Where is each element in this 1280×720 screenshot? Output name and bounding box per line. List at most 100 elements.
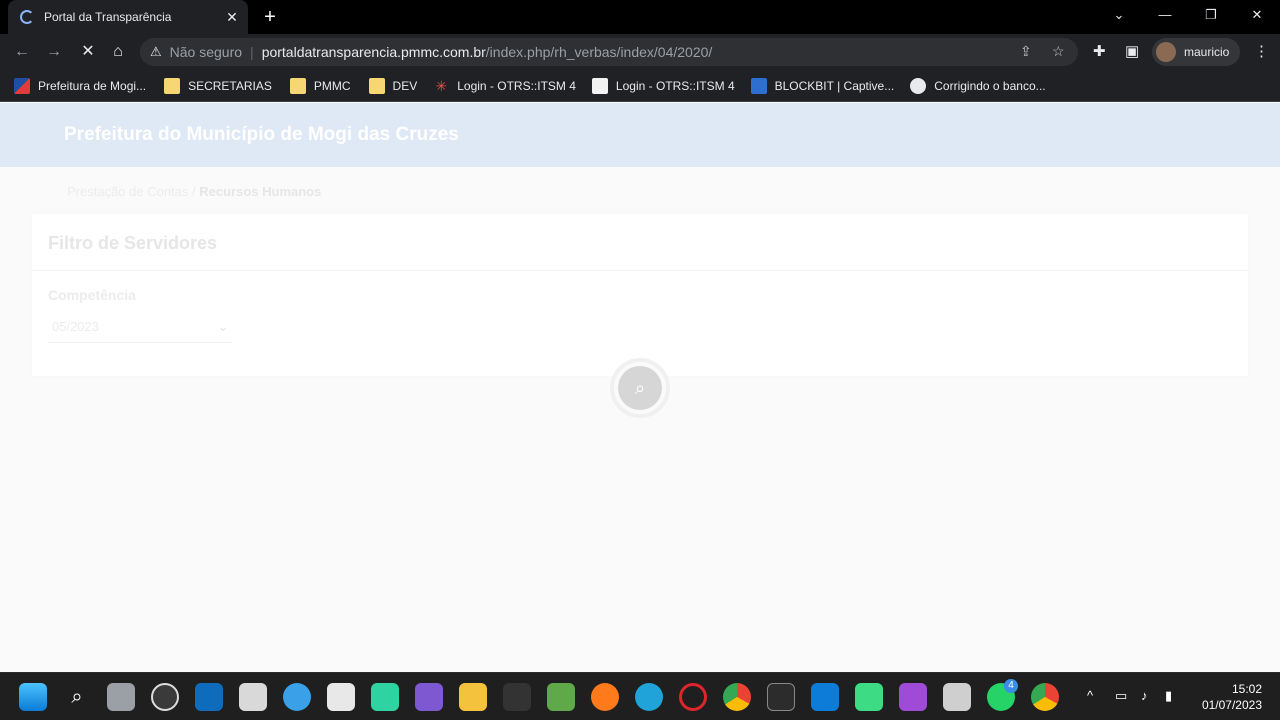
app-icon[interactable]: [503, 683, 531, 711]
breadcrumb: Prestação de Contas / Recursos Humanos: [67, 184, 321, 199]
bookmark-otrs-1[interactable]: ✳ Login - OTRS::ITSM 4: [433, 78, 576, 94]
bookmark-corrigindo[interactable]: Corrigindo o banco...: [910, 77, 1046, 94]
app-icon[interactable]: [283, 683, 311, 711]
firefox-icon[interactable]: [591, 683, 619, 711]
filter-card: Filtro de Servidores Competência 05/2023…: [32, 214, 1248, 376]
chrome-icon[interactable]: [1031, 683, 1059, 711]
network-icon[interactable]: ▭: [1115, 688, 1127, 704]
globe-icon: [910, 77, 927, 94]
bookmarks-bar: Prefeitura de Mogi... SECRETARIAS PMMC D…: [0, 70, 1280, 102]
app-icon[interactable]: [371, 683, 399, 711]
page-content: Prefeitura do Município de Mogi das Cruz…: [0, 103, 1280, 672]
site-header: Prefeitura do Município de Mogi das Cruz…: [0, 103, 1280, 167]
chevron-up-icon[interactable]: ^: [1087, 688, 1093, 703]
bookmark-star-icon[interactable]: ☆: [1052, 43, 1065, 60]
clock[interactable]: 15:02 01/07/2023: [1202, 681, 1262, 713]
site-title: Prefeitura do Município de Mogi das Cruz…: [64, 124, 459, 145]
taskbar: ⌕ 4 ^ ▭ ♪ ▮ 15:02 01/07/2023: [0, 672, 1280, 720]
back-button[interactable]: ←: [10, 40, 34, 64]
breadcrumb-current: Recursos Humanos: [199, 184, 322, 199]
bookmark-label: SECRETARIAS: [188, 78, 272, 93]
app-icon[interactable]: [239, 683, 267, 711]
bookmark-secretarias[interactable]: SECRETARIAS: [164, 77, 272, 94]
bookmark-prefeitura[interactable]: Prefeitura de Mogi...: [14, 77, 147, 94]
tab-close-icon[interactable]: ✕: [222, 9, 242, 26]
tab-strip: Portal da Transparência ✕ + ⌄ — ❐ ✕: [0, 0, 1280, 34]
bookmark-label: DEV: [392, 78, 418, 93]
dse-icon: [591, 77, 608, 94]
filter-title: Filtro de Servidores: [48, 233, 218, 253]
competencia-label: Competência: [48, 287, 136, 303]
opera-icon[interactable]: [679, 683, 707, 711]
battery-icon[interactable]: ▮: [1165, 688, 1172, 704]
profile-button[interactable]: mauricio: [1152, 38, 1240, 66]
flag-icon: [14, 77, 30, 94]
window-close-button[interactable]: ✕: [1234, 0, 1280, 32]
competencia-select[interactable]: 05/2023 ⌄: [48, 315, 232, 343]
url-path: /index.php/rh_verbas/index/04/2020/: [485, 44, 713, 60]
vscode-icon[interactable]: [811, 683, 839, 711]
side-panel-icon[interactable]: ▣: [1125, 42, 1139, 60]
loading-overlay: ⌕: [610, 358, 670, 418]
clock-date: 01/07/2023: [1201, 698, 1262, 712]
bookmark-pmmc[interactable]: PMMC: [289, 77, 351, 94]
loading-spinner-icon: [20, 10, 34, 24]
clock-time: 15:02: [1231, 682, 1262, 696]
folder-icon: [368, 77, 385, 94]
address-bar[interactable]: ⚠ Não seguro | portaldatransparencia.pmm…: [140, 38, 1078, 66]
app-icon[interactable]: [327, 683, 355, 711]
profile-name: mauricio: [1184, 45, 1230, 59]
divider: |: [250, 44, 254, 60]
tab-title: Portal da Transparência: [44, 10, 172, 24]
avatar: [1156, 42, 1176, 62]
breadcrumb-separator: /: [188, 184, 200, 199]
bookmark-label: Prefeitura de Mogi...: [38, 78, 147, 93]
bookmark-otrs-2[interactable]: Login - OTRS::ITSM 4: [591, 77, 735, 94]
chevron-down-icon: ⌄: [217, 320, 228, 334]
menu-dots-icon[interactable]: ⋮: [1254, 42, 1269, 60]
security-label: Não seguro: [169, 44, 243, 60]
extensions-icon[interactable]: ✚: [1093, 42, 1106, 60]
blockbit-icon: [750, 77, 767, 94]
forward-button[interactable]: →: [42, 40, 66, 64]
competencia-value: 05/2023: [52, 319, 99, 334]
bookmark-label: PMMC: [313, 78, 351, 93]
browser-tab[interactable]: Portal da Transparência ✕: [8, 0, 248, 34]
otrs-icon: ✳: [435, 77, 448, 94]
search-icon[interactable]: ⌕: [63, 683, 91, 711]
app-icon[interactable]: [547, 683, 575, 711]
bookmark-label: BLOCKBIT | Captive...: [774, 78, 895, 93]
breadcrumb-parent[interactable]: Prestação de Contas: [67, 184, 188, 199]
edge-icon[interactable]: [635, 683, 663, 711]
bookmark-dev[interactable]: DEV: [368, 77, 418, 94]
folder-icon: [164, 77, 181, 94]
start-icon[interactable]: [19, 683, 47, 711]
app-icon[interactable]: [415, 683, 443, 711]
bookmark-blockbit[interactable]: BLOCKBIT | Captive...: [750, 77, 895, 94]
url-host: portaldatransparencia.pmmc.com.br: [261, 44, 486, 60]
restore-button[interactable]: ❐: [1188, 0, 1234, 32]
chrome-icon[interactable]: [723, 683, 751, 711]
home-button[interactable]: ⌂: [106, 40, 130, 64]
bookmark-label: Corrigindo o banco...: [934, 78, 1046, 93]
share-icon[interactable]: ⇪: [1020, 43, 1032, 60]
app-icon[interactable]: [943, 683, 971, 711]
new-tab-button[interactable]: +: [258, 5, 282, 29]
outlook-icon[interactable]: [195, 683, 223, 711]
warning-icon: ⚠: [150, 44, 162, 59]
tab-search-chevron-icon[interactable]: ⌄: [1096, 0, 1142, 32]
file-explorer-icon[interactable]: [459, 683, 487, 711]
stop-loading-button[interactable]: ✕: [76, 40, 100, 64]
task-view-icon[interactable]: [107, 683, 135, 711]
app-icon[interactable]: [899, 683, 927, 711]
bookmark-label: Login - OTRS::ITSM 4: [615, 78, 735, 93]
browser-toolbar: ← → ✕ ⌂ ⚠ Não seguro | portaldatranspare…: [0, 34, 1280, 70]
volume-icon[interactable]: ♪: [1141, 688, 1148, 703]
search-icon: ⌕: [618, 366, 662, 410]
android-studio-icon[interactable]: [855, 683, 883, 711]
app-icon[interactable]: [151, 683, 179, 711]
bookmark-label: Login - OTRS::ITSM 4: [457, 78, 576, 93]
minimize-button[interactable]: —: [1142, 0, 1188, 32]
whatsapp-badge: 4: [1004, 679, 1018, 693]
terminal-icon[interactable]: [767, 683, 795, 711]
